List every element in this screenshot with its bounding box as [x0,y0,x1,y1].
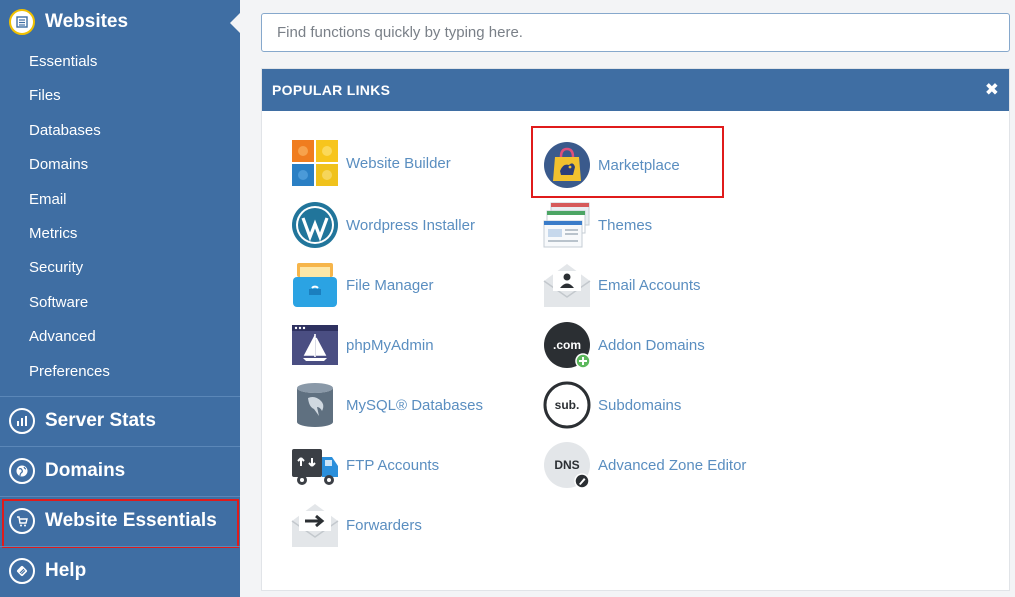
link-file-manager-label: File Manager [346,276,434,294]
sidebar-item-databases[interactable]: Databases [0,114,240,148]
function-search-input[interactable] [261,13,1010,52]
link-email-accounts-label: Email Accounts [598,276,701,294]
link-forwarders-label: Forwarders [346,516,422,534]
close-icon[interactable]: ✖ [985,80,999,100]
sidebar-item-security[interactable]: Security [0,251,240,285]
themes-icon [543,201,591,249]
sidebar-section-domains[interactable]: Domains [0,448,240,494]
email-accounts-envelope-icon [543,261,591,309]
marketplace-bag-icon [543,141,591,189]
sidebar: Websites Essentials Files Databases Doma… [0,0,241,597]
sidebar-item-files[interactable]: Files [0,79,240,113]
sidebar-item-domains[interactable]: Domains [0,148,240,182]
link-email-accounts[interactable]: Email Accounts [543,260,701,310]
link-website-builder[interactable]: Website Builder [291,138,451,188]
link-advanced-zone-editor-label: Advanced Zone Editor [598,456,747,474]
link-marketplace-label: Marketplace [598,156,680,174]
subdomains-icon: sub. [543,381,591,429]
sidebar-section-help-label: Help [45,560,87,581]
link-website-builder-label: Website Builder [346,154,451,172]
popular-links-header: POPULAR LINKS ✖ [262,69,1009,111]
addon-domains-icon: .com [543,321,591,369]
svg-text:.com: .com [553,338,581,352]
link-themes[interactable]: Themes [543,200,652,250]
sidebar-divider [0,396,240,397]
websites-icon [9,9,35,35]
sidebar-item-software[interactable]: Software [0,286,240,320]
link-phpmyadmin[interactable]: phpMyAdmin [291,320,434,370]
link-phpmyadmin-label: phpMyAdmin [346,336,434,354]
wordpress-icon [291,201,339,249]
sidebar-section-websites-label: Websites [45,11,129,32]
svg-text:DNS: DNS [554,458,579,472]
sidebar-divider [0,546,240,547]
sidebar-section-websites[interactable]: Websites [0,0,240,44]
link-marketplace[interactable]: Marketplace [543,140,680,190]
globe-icon [9,458,35,484]
popular-links-panel: POPULAR LINKS ✖ Website Builder Wordpres… [261,68,1010,591]
link-wordpress-installer-label: Wordpress Installer [346,216,475,234]
website-builder-icon [291,139,339,187]
mysql-database-icon [291,381,339,429]
link-ftp-accounts[interactable]: FTP Accounts [291,440,439,490]
sidebar-section-server-stats[interactable]: Server Stats [0,398,240,444]
sidebar-item-advanced[interactable]: Advanced [0,320,240,354]
help-icon [9,558,35,584]
sidebar-section-domains-label: Domains [45,460,126,481]
websites-submenu: Essentials Files Databases Domains Email… [0,45,240,389]
cart-icon [9,508,35,534]
link-subdomains[interactable]: sub. Subdomains [543,380,681,430]
sidebar-item-preferences[interactable]: Preferences [0,355,240,389]
sidebar-section-help[interactable]: Help [0,548,240,594]
sidebar-section-server-stats-label: Server Stats [45,410,156,431]
link-file-manager[interactable]: File Manager [291,260,434,310]
sidebar-divider [0,496,240,497]
dns-zone-editor-icon: DNS [543,441,591,489]
link-themes-label: Themes [598,216,653,234]
link-forwarders[interactable]: Forwarders [291,500,422,550]
phpmyadmin-icon [291,321,339,369]
link-mysql-databases[interactable]: MySQL® Databases [291,380,483,430]
sidebar-item-metrics[interactable]: Metrics [0,217,240,251]
link-ftp-accounts-label: FTP Accounts [346,456,440,474]
sidebar-section-website-essentials[interactable]: Website Essentials [0,498,240,544]
link-addon-domains-label: Addon Domains [598,336,705,354]
svg-text:sub.: sub. [555,398,580,412]
sidebar-divider [0,446,240,447]
link-addon-domains[interactable]: .com Addon Domains [543,320,705,370]
file-manager-icon [291,261,339,309]
sidebar-item-email[interactable]: Email [0,183,240,217]
link-mysql-databases-label: MySQL® Databases [346,396,483,414]
link-subdomains-label: Subdomains [598,396,682,414]
sidebar-section-website-essentials-label: Website Essentials [45,510,217,531]
ftp-truck-icon [291,441,339,489]
link-wordpress-installer[interactable]: Wordpress Installer [291,200,475,250]
sidebar-item-essentials[interactable]: Essentials [0,45,240,79]
bar-chart-icon [9,408,35,434]
popular-links-title: POPULAR LINKS [272,82,391,98]
forwarder-envelope-icon [291,501,339,549]
link-advanced-zone-editor[interactable]: DNS Advanced Zone Editor [543,440,746,490]
